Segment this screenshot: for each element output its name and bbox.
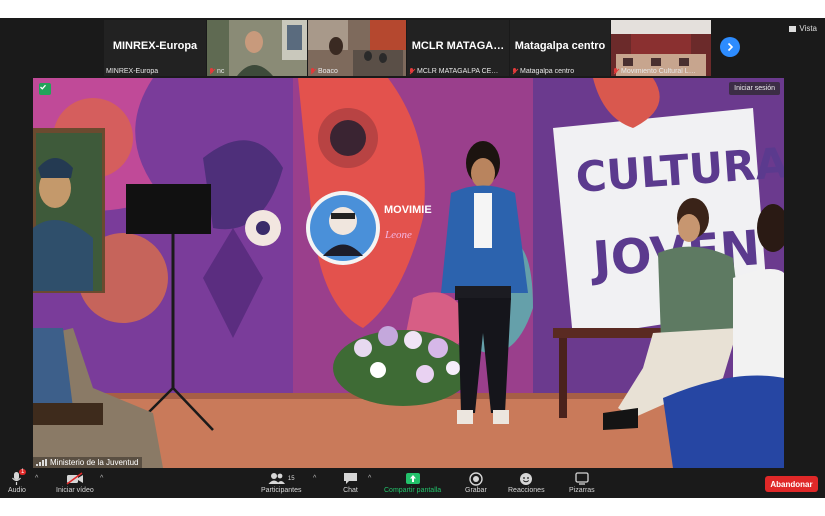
participant-caption: MCLR MATAGALPA CE… [409,68,507,75]
participant-caption: MINREX-Europa [106,68,204,75]
leave-button[interactable]: Abandonar [765,476,818,492]
chevron-right-icon [727,42,734,52]
participant-caption-text: Movimiento Cultural L… [621,68,696,75]
view-label: Vista [799,24,817,33]
mic-off-icon [409,68,415,75]
video-label: Iniciar vídeo [56,487,94,494]
signal-bars-icon [36,459,47,466]
participant-tile-video[interactable]: nc [207,20,307,76]
mic-off-icon [209,68,215,75]
mic-off-icon [613,68,619,75]
encryption-shield-icon[interactable] [39,83,51,95]
participant-caption-text: nc [217,68,225,75]
participant-caption: Matagalpa centro [512,68,608,75]
whiteboard-icon [575,472,589,485]
participant-tile[interactable]: Matagalpa centro Matagalpa centro [510,20,610,76]
share-screen-label: Compartir pantalla [384,487,442,494]
participant-name-large: MINREX-Europa [112,40,198,52]
participant-caption: nc [209,68,305,75]
participant-caption: Boaco [310,68,404,75]
logo-text-bottom: Leone [384,229,412,241]
participants-count: 15 [287,475,295,482]
video-options-caret[interactable]: ^ [100,475,103,482]
view-menu[interactable]: Vista [789,24,817,33]
mic-off-icon [512,68,518,75]
meeting-area: MINREX-Europa MINREX-Europa nc Boaco MCL… [0,18,825,498]
participant-tile-video[interactable]: Boaco [308,20,406,76]
video-off-icon [66,472,83,485]
participant-tile-video[interactable]: Movimiento Cultural L… [611,20,711,76]
participant-caption: Movimiento Cultural L… [613,68,709,75]
bottom-margin [0,498,825,516]
logo-text-top: MOVIMIE [384,204,432,216]
participant-caption-text: Matagalpa centro [520,68,575,75]
audio-options-caret[interactable]: ^ [35,475,38,482]
audio-button[interactable]: 1 Audio [8,469,27,494]
chat-icon [344,473,357,484]
active-speaker-name: Ministerio de la Juventud [50,458,139,467]
participant-caption-text: MINREX-Europa [106,68,159,75]
chat-label: Chat [343,487,358,494]
participant-name-large: Matagalpa centro [514,40,606,52]
top-margin [0,0,825,18]
next-page-button[interactable] [720,37,740,57]
audio-label: Audio [8,487,26,494]
participant-strip: MINREX-Europa MINREX-Europa nc Boaco MCL… [0,18,825,78]
smiley-icon [520,472,533,485]
zoom-window: MINREX-Europa MINREX-Europa nc Boaco MCL… [0,0,825,516]
whiteboards-button[interactable]: Pizarras [569,471,595,494]
meeting-toolbar: 1 Audio ^ Iniciar vídeo ^ 15 Participant… [0,468,825,498]
reactions-button[interactable]: Reacciones [508,471,545,494]
mic-off-icon [310,68,316,75]
reactions-label: Reacciones [508,487,545,494]
participant-tile[interactable]: MCLR MATAGA… MCLR MATAGALPA CE… [407,20,509,76]
share-screen-button[interactable]: Compartir pantalla [384,471,441,494]
participant-tile[interactable]: MINREX-Europa MINREX-Europa [104,20,206,76]
record-label: Grabar [465,487,487,494]
record-icon [469,471,483,486]
participants-button[interactable]: 15 Participantes [261,471,301,494]
chat-options-caret[interactable]: ^ [368,475,371,482]
login-button[interactable]: Iniciar sesión [729,82,780,95]
participant-name-large: MCLR MATAGA… [411,40,505,52]
participant-caption-text: Boaco [318,68,338,75]
chat-button[interactable]: Chat [343,471,358,494]
record-button[interactable]: Grabar [465,471,487,494]
audio-alert-badge: 1 [18,469,27,475]
participants-label: Participantes [261,487,302,494]
start-video-button[interactable]: Iniciar vídeo [56,471,94,494]
active-speaker-label: Ministerio de la Juventud [33,457,142,468]
grid-view-icon [789,25,797,32]
active-speaker-video: MOVIMIE Leone CULTURA JOVEN [33,78,784,468]
whiteboards-label: Pizarras [569,487,595,494]
stage-scene: MOVIMIE Leone CULTURA JOVEN [33,78,784,468]
share-screen-icon [405,473,420,484]
participants-options-caret[interactable]: ^ [313,475,316,482]
participant-caption-text: MCLR MATAGALPA CE… [417,68,499,75]
check-icon [40,84,46,90]
participants-icon [268,473,285,484]
